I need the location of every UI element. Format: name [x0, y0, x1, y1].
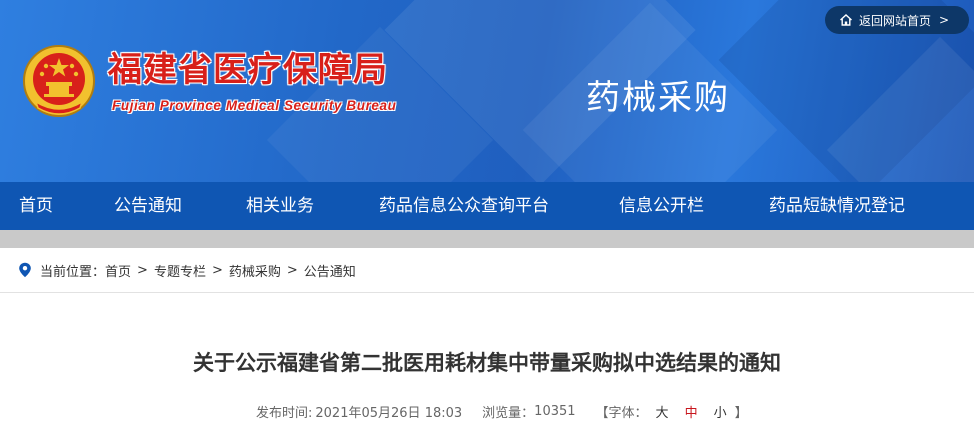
article-title: 关于公示福建省第二批医用耗材集中带量采购拟中选结果的通知: [193, 351, 781, 375]
nav-item-drug-shortage-registration[interactable]: 药品短缺情况登记: [769, 182, 905, 230]
national-emblem-icon: [23, 45, 95, 117]
nav-item-drug-query-platform[interactable]: 药品信息公众查询平台: [379, 182, 549, 230]
nav-item-announcements[interactable]: 公告通知: [114, 182, 182, 230]
breadcrumb-separator: >: [137, 262, 148, 278]
chevron-right-icon: >: [939, 13, 950, 27]
nav-item-info-disclosure[interactable]: 信息公开栏: [619, 182, 704, 230]
main-nav: 首页 公告通知 相关业务 药品信息公众查询平台 信息公开栏 药品短缺情况登记: [0, 182, 974, 230]
publish-time-value: 2021年05月26日 18:03: [315, 406, 463, 421]
site-title: 福建省医疗保障局: [108, 50, 388, 90]
breadcrumb-separator: >: [286, 262, 298, 278]
breadcrumb-prefix: 当前位置：: [40, 264, 106, 280]
publish-time-label: 发布时间:: [256, 406, 313, 421]
views-count: 10351: [534, 404, 576, 419]
site-subtitle: Fujian Province Medical Security Bureau: [112, 98, 397, 113]
breadcrumb-item-special-topics[interactable]: 专题专栏: [154, 261, 206, 280]
header-banner: 福建省医疗保障局 Fujian Province Medical Securit…: [0, 0, 974, 182]
nav-sub-bar: [0, 230, 974, 248]
section-title: 药械采购: [586, 78, 730, 118]
back-to-home-label: 返回网站首页: [859, 13, 932, 28]
breadcrumb: 当前位置： 首页 > 专题专栏 > 药械采购 > 公告通知: [0, 248, 974, 293]
views-label: 浏览量：: [482, 406, 535, 421]
font-size-large-button[interactable]: 大: [656, 402, 669, 421]
nav-item-related-business[interactable]: 相关业务: [246, 182, 314, 230]
location-pin-icon: [19, 262, 31, 278]
back-to-home-button[interactable]: 返回网站首页 >: [825, 6, 969, 34]
article-meta: 发布时间: 2021年05月26日 18:03 浏览量： 10351 【字体： …: [256, 402, 748, 421]
breadcrumb-item-announcements[interactable]: 公告通知: [304, 261, 356, 280]
font-size-small-button[interactable]: 小: [714, 402, 727, 421]
breadcrumb-item-home[interactable]: 首页: [105, 261, 131, 280]
nav-item-home[interactable]: 首页: [19, 182, 53, 230]
font-size-close-bracket: 】: [734, 406, 748, 421]
font-size-label: 【字体：: [595, 406, 648, 421]
home-icon: [840, 14, 852, 26]
font-size-medium-button[interactable]: 中: [685, 402, 698, 421]
breadcrumb-separator: >: [211, 262, 223, 278]
breadcrumb-item-procurement[interactable]: 药械采购: [229, 261, 281, 280]
